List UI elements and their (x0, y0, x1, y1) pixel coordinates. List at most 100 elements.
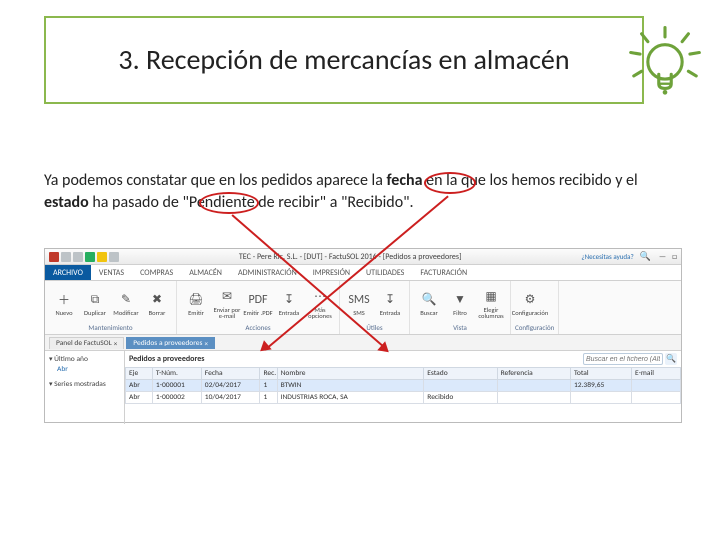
column-header[interactable]: Referencia (497, 368, 570, 380)
ribbon-button[interactable]: ✎ (116, 290, 136, 310)
ribbon-button[interactable]: ▦ (481, 287, 501, 307)
ribbon-button[interactable]: ▼ (450, 290, 470, 310)
ribbon-button[interactable]: ↧ (279, 290, 299, 310)
quick-access-toolbar (49, 252, 119, 262)
ribbon-group-label: Vista (414, 323, 506, 332)
qat-btn[interactable] (97, 252, 107, 262)
ribbon-tab[interactable]: FACTURACIÓN (412, 265, 475, 280)
ribbon-button-label: Emitir (188, 310, 204, 317)
ribbon-tab[interactable]: UTILIDADES (358, 265, 412, 280)
annotation-oval-estado (199, 192, 259, 214)
search-input[interactable] (583, 353, 663, 365)
column-header[interactable]: Nombre (277, 368, 424, 380)
ribbon-button[interactable]: PDF (248, 290, 268, 310)
search-icon[interactable]: 🔍 (640, 251, 651, 262)
column-header[interactable]: E-mail (632, 368, 681, 380)
qat-btn[interactable] (73, 252, 83, 262)
table-cell (497, 380, 570, 392)
table-cell (570, 392, 631, 404)
table-cell: 10/04/2017 (201, 392, 260, 404)
slide-title: 3. Recepción de mercancías en almacén (118, 44, 569, 76)
table-cell: Abr (126, 392, 153, 404)
ribbon-group-label: Mantenimiento (49, 323, 172, 332)
ribbon-group-label: Útiles (344, 323, 405, 332)
document-tab[interactable]: Pedidos a proveedores× (126, 337, 215, 349)
ribbon-group: SMSSMS ↧Entrada Útiles (340, 281, 410, 334)
sidebar-item[interactable]: Abr (49, 364, 120, 375)
content-area: Último año Abr Series mostradas Pedidos … (45, 351, 681, 424)
table-cell: Recibido (424, 392, 497, 404)
maximize-button[interactable]: □ (672, 252, 677, 262)
ribbon-group: ⚙ConfiguraciónConfiguración (511, 281, 559, 334)
main-panel: Pedidos a proveedores 🔍 EjeT-Núm.FechaRe… (125, 351, 681, 424)
annotation-oval-fecha (424, 172, 476, 194)
help-label[interactable]: ¿Necesitas ayuda? (581, 252, 633, 261)
ribbon-button-label: Elegir columnas (476, 307, 506, 320)
table-cell: 12.389,65 (570, 380, 631, 392)
document-tab[interactable]: Panel de FactuSOL× (49, 337, 124, 349)
table-cell: BTWIN (277, 380, 424, 392)
ribbon-button[interactable]: ↧ (380, 290, 400, 310)
close-icon[interactable]: × (204, 339, 208, 348)
ribbon-group: ＋Nuevo ⧉Duplicar ✎Modificar ✖Borrar Mantenim… (45, 281, 177, 334)
ribbon-group-label: Acciones (181, 323, 335, 332)
close-icon[interactable]: × (114, 339, 118, 348)
ribbon-tab[interactable]: COMPRAS (132, 265, 181, 280)
table-cell (632, 380, 681, 392)
ribbon-button-label: SMS (353, 310, 365, 317)
column-header[interactable]: Fecha (201, 368, 260, 380)
ribbon-button-label: Borrar (149, 310, 166, 317)
ribbon-tab[interactable]: ALMACÉN (181, 265, 230, 280)
column-header[interactable]: Estado (424, 368, 497, 380)
table-cell (424, 380, 497, 392)
qat-app-icon[interactable] (49, 252, 59, 262)
ribbon-button-label: Modificar (113, 310, 138, 317)
table-cell (632, 392, 681, 404)
column-header[interactable]: Eje (126, 368, 153, 380)
table-cell: 1 (260, 392, 277, 404)
ribbon-button[interactable]: 🖨 (186, 290, 206, 310)
ribbon-button[interactable]: ⚙ (520, 290, 540, 310)
ribbon-button-label: Buscar (420, 310, 438, 317)
body-pre: Ya podemos constatar que en los pedidos … (44, 171, 386, 190)
table-row[interactable]: Abr1-00000102/04/20171BTWIN 12.389,65 (126, 380, 681, 392)
keyword-estado: estado (44, 193, 89, 212)
keyword-fecha: fecha (386, 171, 422, 190)
qat-btn[interactable] (61, 252, 71, 262)
ribbon-button[interactable]: ✖ (147, 290, 167, 310)
ribbon-button-label: Filtro (453, 310, 467, 317)
ribbon-button[interactable]: ⧉ (85, 290, 105, 310)
qat-btn[interactable] (85, 252, 95, 262)
qat-btn[interactable] (109, 252, 119, 262)
ribbon-button-label: Entrada (380, 310, 400, 317)
table-row[interactable]: Abr1-00000210/04/20171INDUSTRIAS ROCA, S… (126, 392, 681, 404)
ribbon-button-label: Entrada (279, 310, 299, 317)
column-header[interactable]: T-Núm. (152, 368, 201, 380)
ribbon-button-label: Duplicar (84, 310, 106, 317)
table-cell: 1 (260, 380, 277, 392)
ribbon-button[interactable]: SMS (349, 290, 369, 310)
minimize-button[interactable]: — (659, 252, 666, 262)
ribbon-tab[interactable]: VENTAS (91, 265, 132, 280)
table-cell (497, 392, 570, 404)
column-header[interactable]: Total (570, 368, 631, 380)
column-header[interactable]: Rec. (260, 368, 277, 380)
table-cell: Abr (126, 380, 153, 392)
ribbon-group: 🔍Buscar ▼Filtro ▦Elegir columnas Vista (410, 281, 511, 334)
ribbon-button-label: Configuración (512, 310, 549, 317)
table-cell: 1-000001 (152, 380, 201, 392)
body-paragraph: Ya podemos constatar que en los pedidos … (44, 170, 664, 213)
window-title: TEC - Pere Ric, S.L. - [DUT] - FactuSOL … (119, 252, 581, 262)
ribbon-button[interactable]: 🔍 (419, 290, 439, 310)
ribbon-button[interactable]: ＋ (54, 290, 74, 310)
ribbon-button[interactable]: ✉ (217, 287, 237, 307)
data-grid: EjeT-Núm.FechaRec.NombreEstadoReferencia… (125, 367, 681, 404)
ribbon-tab[interactable]: ARCHIVO (45, 265, 91, 280)
app-screenshot: TEC - Pere Ric, S.L. - [DUT] - FactuSOL … (44, 248, 682, 423)
search-button[interactable]: 🔍 (665, 353, 677, 365)
table-cell: 02/04/2017 (201, 380, 260, 392)
sidebar-footer[interactable]: Series mostradas (49, 379, 120, 389)
ribbon-button-label: Nuevo (55, 310, 72, 317)
title-box: 3. Recepción de mercancías en almacén (44, 16, 644, 104)
sidebar-group[interactable]: Último año (49, 354, 120, 364)
